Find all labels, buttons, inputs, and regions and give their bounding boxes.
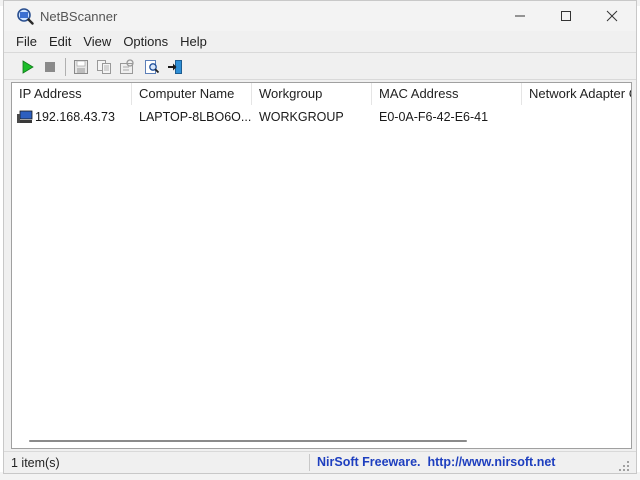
exit-icon (168, 60, 182, 74)
cell-workgroup: WORKGROUP (259, 110, 344, 124)
column-computer-name[interactable]: Computer Name (132, 83, 252, 105)
app-window: NetBScanner File Edit View Options Help (3, 0, 637, 474)
cell-mac-address: E0-0A-F6-42-E6-41 (379, 110, 489, 124)
results-list[interactable]: IP Address Computer Name Workgroup MAC A… (11, 82, 632, 449)
item-count: 1 item(s) (11, 456, 60, 470)
horizontal-scrollbar[interactable] (12, 433, 631, 448)
resize-grip-icon[interactable] (618, 460, 630, 472)
menu-edit[interactable]: Edit (43, 31, 77, 52)
minimize-button[interactable] (497, 1, 543, 31)
start-scan-button[interactable] (17, 57, 37, 77)
close-button[interactable] (589, 1, 635, 31)
status-separator (309, 454, 310, 471)
computer-icon (17, 110, 33, 123)
list-header: IP Address Computer Name Workgroup MAC A… (12, 83, 631, 105)
table-row[interactable]: 192.168.43.73 LAPTOP-8LBO6O... WORKGROUP… (12, 107, 631, 127)
menu-file[interactable]: File (10, 31, 43, 52)
netbscanner-app-icon (17, 8, 34, 25)
copy-icon (97, 60, 111, 74)
column-mac-address[interactable]: MAC Address (372, 83, 522, 105)
find-icon (145, 60, 160, 74)
cell-computer-name: LAPTOP-8LBO6O... (139, 110, 251, 124)
stop-scan-button[interactable] (40, 57, 60, 77)
copy-button[interactable] (94, 57, 114, 77)
scrollbar-thumb[interactable] (29, 440, 467, 442)
maximize-button[interactable] (543, 1, 589, 31)
window-title: NetBScanner (40, 9, 118, 24)
minimize-icon (515, 15, 525, 17)
column-workgroup[interactable]: Workgroup (252, 83, 372, 105)
properties-button[interactable] (117, 57, 137, 77)
close-icon (606, 10, 618, 22)
exit-button[interactable] (165, 57, 185, 77)
toolbar (4, 52, 636, 80)
play-icon (22, 60, 34, 74)
stop-icon (45, 62, 55, 72)
save-button[interactable] (71, 57, 91, 77)
save-icon (74, 60, 88, 74)
menu-options[interactable]: Options (117, 31, 174, 52)
menu-bar: File Edit View Options Help (4, 31, 636, 52)
menu-view[interactable]: View (77, 31, 117, 52)
properties-icon (120, 59, 134, 74)
maximize-icon (561, 11, 571, 21)
nirsoft-link[interactable]: NirSoft Freeware. http://www.nirsoft.net (317, 455, 555, 469)
cell-ip-address: 192.168.43.73 (35, 110, 115, 124)
column-ip-address[interactable]: IP Address (12, 83, 132, 105)
title-bar[interactable]: NetBScanner (4, 1, 636, 31)
menu-help[interactable]: Help (174, 31, 213, 52)
status-bar: 1 item(s) NirSoft Freeware. http://www.n… (4, 451, 636, 473)
column-network-adapter[interactable]: Network Adapter C (522, 83, 631, 105)
cell-network-adapter (529, 107, 631, 127)
find-button[interactable] (142, 57, 162, 77)
toolbar-separator (65, 58, 66, 76)
